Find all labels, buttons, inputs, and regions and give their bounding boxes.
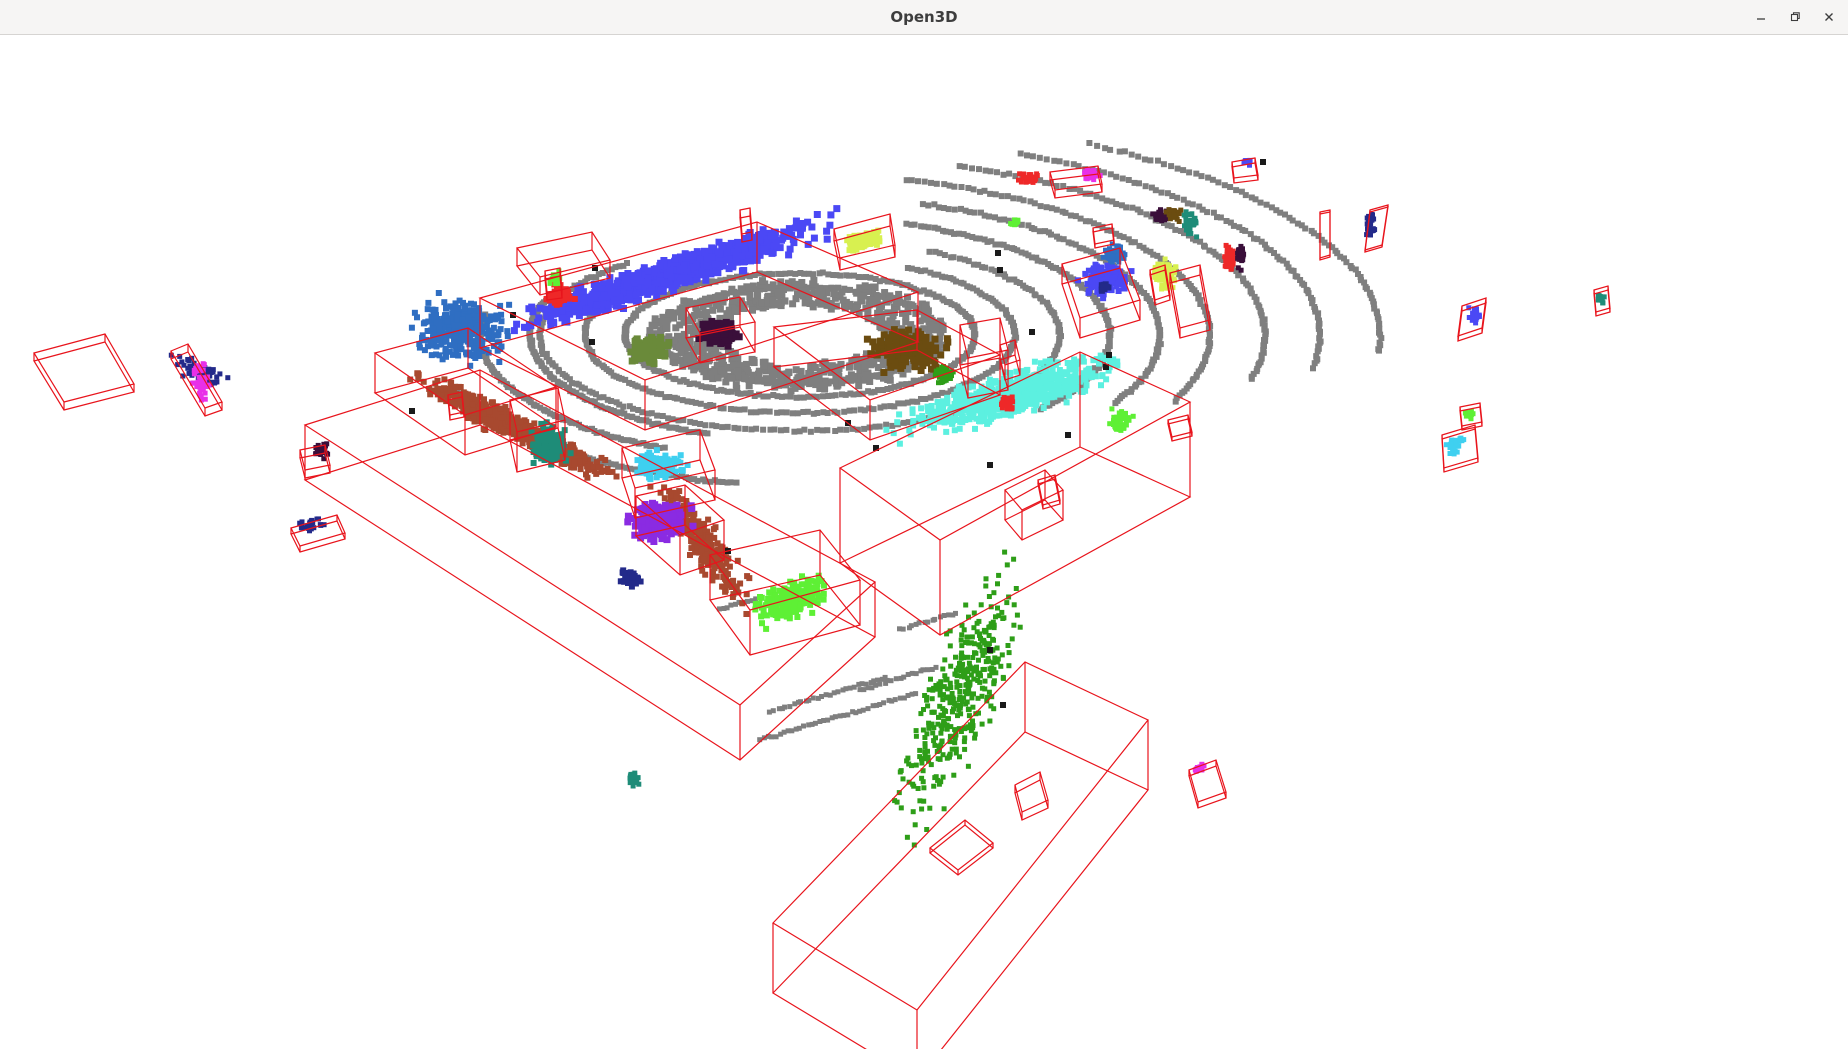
minimize-icon — [1755, 11, 1767, 23]
cluster-33 — [627, 770, 642, 789]
point-cloud-canvas[interactable] — [0, 35, 1848, 1049]
bbox-green-inner — [929, 819, 994, 876]
restore-icon — [1789, 11, 1801, 23]
close-button[interactable] — [1816, 4, 1842, 30]
window-title: Open3D — [890, 8, 958, 26]
point-cloud-viewport[interactable] — [0, 35, 1848, 1049]
minimize-button[interactable] — [1748, 4, 1774, 30]
cluster-23 — [1443, 435, 1467, 457]
cluster-11 — [528, 419, 574, 468]
bbox-far-left-3 — [290, 514, 346, 553]
restore-button[interactable] — [1782, 4, 1808, 30]
bbox-small-2 — [1167, 414, 1193, 442]
bbox-long-brown — [303, 369, 877, 761]
bbox-black-1 — [1004, 469, 1064, 541]
bbox-far-left-1 — [33, 333, 135, 411]
cluster-27 — [1595, 292, 1607, 306]
cluster-34 — [313, 441, 331, 462]
cluster-37 — [1107, 406, 1136, 433]
ground-points — [449, 140, 1385, 743]
cluster-17 — [1222, 242, 1236, 272]
cluster-38 — [999, 394, 1016, 412]
close-icon — [1823, 11, 1835, 23]
cluster-26 — [617, 567, 644, 590]
cluster-18 — [1364, 212, 1378, 238]
bbox-small-pink — [1014, 771, 1049, 821]
title-bar[interactable]: Open3D — [0, 0, 1848, 35]
cluster-30 — [1016, 171, 1040, 185]
cluster-36 — [1235, 243, 1247, 273]
